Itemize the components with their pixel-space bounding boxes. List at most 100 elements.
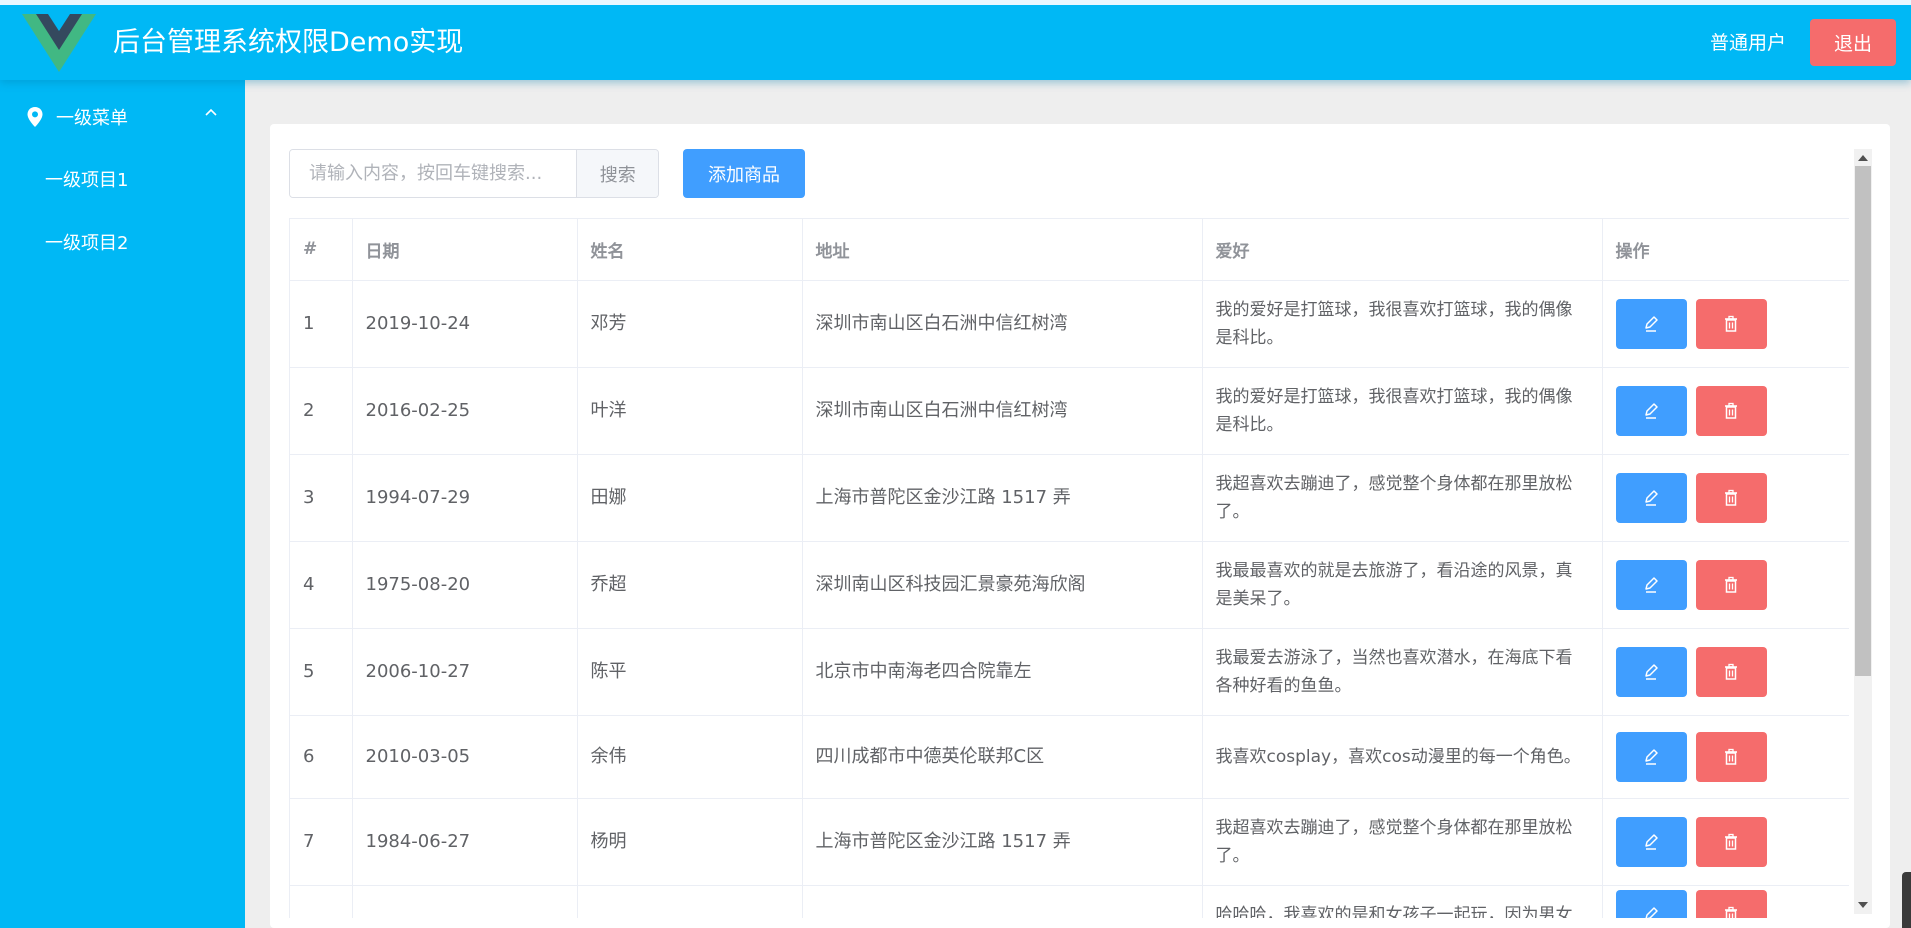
pencil-icon [1643, 663, 1659, 681]
delete-button[interactable] [1695, 385, 1767, 436]
sidebar-item-project2[interactable]: 一级项目2 [45, 231, 128, 257]
scrollbar-thumb[interactable] [1855, 166, 1871, 676]
delete-button[interactable] [1695, 890, 1767, 918]
cell-index: 2 [290, 367, 353, 455]
pencil-icon [1643, 906, 1659, 918]
cell-address [802, 885, 1203, 918]
column-header-index: # [290, 219, 353, 281]
cell-date: 1994-07-29 [352, 454, 578, 542]
cell-index: 6 [290, 715, 353, 799]
cell-address: 深圳市南山区白石洲中信红树湾 [802, 367, 1203, 455]
cell-hobby: 我最爱去游泳了，当然也喜欢潜水，在海底下看各种好看的鱼鱼。 [1202, 628, 1603, 716]
trash-icon [1723, 663, 1739, 681]
cell-index [290, 885, 353, 918]
cell-index: 5 [290, 628, 353, 716]
table-row: 7 1984-06-27 杨明 上海市普陀区金沙江路 1517 弄我超喜欢去蹦迪了，感… [290, 798, 1849, 886]
cell-actions [1602, 798, 1849, 886]
pencil-icon [1643, 833, 1659, 851]
edit-button[interactable] [1615, 385, 1687, 436]
logout-button[interactable]: 退出 [1810, 19, 1896, 66]
cell-actions [1602, 541, 1849, 629]
trash-icon [1723, 833, 1739, 851]
cell-actions [1602, 454, 1849, 542]
sidebar-group-level1[interactable]: 一级菜单 [0, 99, 245, 141]
column-header-address: 地址 [802, 219, 1203, 281]
cell-name: 杨明 [577, 798, 803, 886]
cell-address: 深圳南山区科技园汇景豪苑海欣阁 [802, 541, 1203, 629]
cell-name [577, 885, 803, 918]
cell-date: 1975-08-20 [352, 541, 578, 629]
app-title: 后台管理系统权限Demo实现 [113, 27, 464, 58]
corner-widget [1902, 872, 1911, 928]
edit-button[interactable] [1615, 298, 1687, 349]
pencil-icon [1643, 489, 1659, 507]
edit-button[interactable] [1615, 890, 1687, 918]
edit-button[interactable] [1615, 559, 1687, 610]
cell-date: 2019-10-24 [352, 280, 578, 368]
edit-button[interactable] [1615, 472, 1687, 523]
cell-actions [1602, 280, 1849, 368]
current-user-name[interactable]: 普通用户 [1710, 28, 1786, 58]
edit-button[interactable] [1615, 816, 1687, 867]
table-row: 1 2019-10-24 邓芳 深圳市南山区白石洲中信红树湾 我的爱好是打篮球，我很喜欢… [290, 280, 1849, 368]
table-row: 6 2010-03-05 余伟 四川成都市中德英伦联邦C区 我喜欢cosplay，喜欢c… [290, 715, 1849, 799]
table-row: 4 1975-08-20 乔超 深圳南山区科技园汇景豪苑海欣阁 我最最喜欢的就是去旅游了… [290, 541, 1849, 629]
pencil-icon [1643, 576, 1659, 594]
scroll-up-arrow-icon[interactable] [1858, 155, 1868, 161]
cell-hobby: 我最最喜欢的就是去旅游了，看沿途的风景，真是美呆了。 [1202, 541, 1603, 629]
delete-button[interactable] [1695, 298, 1767, 349]
cell-hobby: 哈哈哈，我喜欢的是和女孩子一起玩，因为男女 [1202, 885, 1603, 918]
add-product-button[interactable]: 添加商品 [683, 149, 805, 198]
delete-button[interactable] [1695, 816, 1767, 867]
pencil-icon [1643, 402, 1659, 420]
cell-hobby: 我超喜欢去蹦迪了，感觉整个身体都在那里放松了。 [1202, 798, 1603, 886]
cell-hobby: 我的爱好是打篮球，我很喜欢打篮球，我的偶像是科比。 [1202, 367, 1603, 455]
content-card: 搜索 添加商品 # 日期 姓名 地址 爱好 操作 12019-10-24邓芳深圳… [270, 124, 1890, 928]
cell-index: 4 [290, 541, 353, 629]
delete-button[interactable] [1695, 472, 1767, 523]
column-header-date: 日期 [352, 219, 578, 281]
delete-button[interactable] [1695, 646, 1767, 697]
top-header: 后台管理系统权限Demo实现 普通用户 退出 [0, 0, 1911, 80]
cell-date [352, 885, 578, 918]
cell-actions [1602, 367, 1849, 455]
trash-icon [1723, 748, 1739, 766]
column-header-actions: 操作 [1602, 219, 1849, 281]
header-top-line [0, 0, 1911, 5]
delete-button[interactable] [1695, 731, 1767, 782]
vue-logo-icon [22, 14, 96, 72]
column-header-name: 姓名 [577, 219, 803, 281]
scroll-down-arrow-icon[interactable] [1858, 902, 1868, 908]
delete-button[interactable] [1695, 559, 1767, 610]
search-input[interactable] [290, 150, 577, 197]
vertical-scrollbar[interactable] [1854, 149, 1872, 914]
search-button[interactable]: 搜索 [576, 150, 658, 197]
table-row: 3 1994-07-29 田娜 上海市普陀区金沙江路 1517 弄我超喜欢去蹦迪了，感… [290, 454, 1849, 542]
cell-address: 上海市普陀区金沙江路 1517 弄 [802, 798, 1203, 886]
sidebar-item-project1[interactable]: 一级项目1 [45, 168, 128, 194]
cell-actions [1602, 715, 1849, 799]
cell-name: 余伟 [577, 715, 803, 799]
cell-date: 2006-10-27 [352, 628, 578, 716]
trash-icon [1723, 576, 1739, 594]
cell-name: 乔超 [577, 541, 803, 629]
chevron-up-icon [205, 108, 217, 116]
cell-date: 1984-06-27 [352, 798, 578, 886]
trash-icon [1723, 315, 1739, 333]
cell-address: 深圳市南山区白石洲中信红树湾 [802, 280, 1203, 368]
trash-icon [1723, 489, 1739, 507]
edit-button[interactable] [1615, 731, 1687, 782]
cell-actions [1602, 628, 1849, 716]
table-header-row: # 日期 姓名 地址 爱好 操作 [290, 219, 1849, 281]
sidebar-group-label: 一级菜单 [56, 108, 128, 129]
cell-address: 上海市普陀区金沙江路 1517 弄 [802, 454, 1203, 542]
cell-hobby: 我的爱好是打篮球，我很喜欢打篮球，我的偶像是科比。 [1202, 280, 1603, 368]
cell-index: 7 [290, 798, 353, 886]
cell-name: 陈平 [577, 628, 803, 716]
table-row: 5 2006-10-27 陈平 北京市中南海老四合院靠左 我最爱去游泳了，当然也喜欢潜水… [290, 628, 1849, 716]
trash-icon [1723, 402, 1739, 420]
edit-button[interactable] [1615, 646, 1687, 697]
cell-actions [1602, 885, 1849, 918]
table-row: 哈哈哈，我喜欢的是和女孩子一起玩，因为男女 [290, 885, 1849, 918]
data-table: # 日期 姓名 地址 爱好 操作 1 2019-10-24 邓芳 深圳市南山区白石洲中… [289, 218, 1849, 918]
